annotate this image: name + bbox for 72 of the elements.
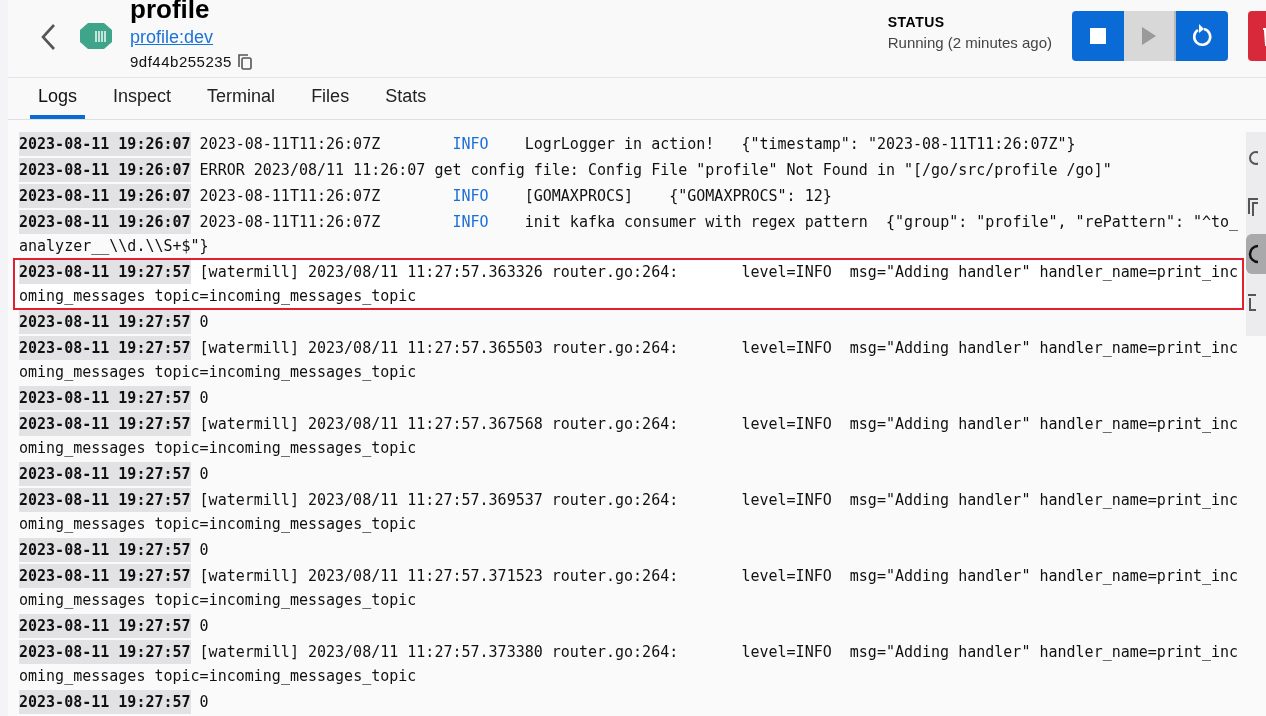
log-entry[interactable]: 2023-08-11 19:27:57 [watermill] 2023/08/11 11:27:57.367568 router.go:264: level=INFO msg="Adding handler" handler_name=print_inc oming_messages topic=incoming_messages_topic [13, 410, 1244, 462]
log-message: [watermill] 2023/08/11 11:27:57.369537 router.go:264: level=INFO msg="Adding handler" handler_name=print_inc [199, 490, 1239, 511]
log-timestamp: 2023-08-11 19:27:57 [19, 564, 191, 588]
log-message: ERROR 2023/08/11 11:26:07 get config file: Config File "profile" Not Found in "[/go/src/profile /go]" [199, 160, 1112, 181]
tab[interactable]: Inspect [105, 86, 180, 119]
log-timestamp: 2023-08-11 19:26:07 [19, 184, 191, 208]
play-icon [1142, 27, 1156, 45]
log-message: oming_messages topic=incoming_messages_topic [19, 666, 417, 687]
log-timestamp: 2023-08-11 19:27:57 [19, 310, 191, 334]
log-message: [watermill] 2023/08/11 11:27:57.373380 router.go:264: level=INFO msg="Adding handler" handler_name=print_inc [199, 642, 1239, 663]
log-timestamp: 2023-08-11 19:27:57 [19, 538, 191, 562]
stop-icon [1090, 28, 1106, 44]
log-message: oming_messages topic=incoming_messages_topic [19, 286, 417, 307]
log-message: 0 [199, 540, 209, 561]
log-message: 0 [199, 388, 209, 409]
container-title: profile [130, 0, 211, 26]
log-entry[interactable]: 2023-08-11 19:26:07 2023-08-11T11:26:07Z INFO init kafka consumer with regex pattern {"group": "profile", "rePattern": "^to_ analyzer__\\d.\\S+$"} [13, 208, 1244, 260]
log-entry[interactable]: 2023-08-11 19:27:57 [watermill] 2023/08/11 11:27:57.369537 router.go:264: level=INFO msg="Adding handler" handler_name=print_inc oming_messages topic=incoming_messages_topic [13, 486, 1244, 538]
log-message: 2023-08-11T11:26:07Z INFO [GOMAXPROCS] {"GOMAXPROCS": 12} [199, 186, 832, 207]
log-message: 0 [199, 312, 209, 333]
log-message: [watermill] 2023/08/11 11:27:57.365503 router.go:264: level=INFO msg="Adding handler" handler_name=print_inc [199, 338, 1239, 359]
log-entry[interactable]: 2023-08-11 19:27:57 0 [13, 536, 1244, 564]
log-message: oming_messages topic=incoming_messages_topic [19, 590, 417, 611]
log-entry[interactable]: 2023-08-11 19:27:57 [watermill] 2023/08/11 11:27:57.373380 router.go:264: level=INFO msg="Adding handler" handler_name=print_inc oming_messages topic=incoming_messages_topic [13, 638, 1244, 690]
log-message: 0 [199, 692, 209, 713]
log-message: 2023-08-11T11:26:07Z INFO LogrLogger in action! {"timestamp": "2023-08-11T11:26:07Z"} [199, 134, 1076, 155]
log-timestamp: 2023-08-11 19:27:57 [19, 462, 191, 486]
selected-log-entry[interactable]: 2023-08-11 19:27:57 [watermill] 2023/08/11 11:27:57.363326 router.go:264: level=INFO msg="Adding handler" handler_name=print_inc oming_messages topic=incoming_messages_topic [13, 258, 1244, 310]
log-entry[interactable]: 2023-08-11 19:27:57 0 [13, 612, 1244, 640]
status-value: Running (2 minutes ago) [887, 34, 1052, 51]
stop-button[interactable] [1072, 11, 1124, 61]
tab[interactable]: Stats [377, 86, 435, 119]
log-entry[interactable]: 2023-08-11 19:26:07 2023-08-11T11:26:07Z INFO LogrLogger in action! {"timestamp": "2023-08-11T11:26:07Z"} [13, 130, 1244, 158]
log-timestamp: 2023-08-11 19:27:57 [19, 412, 191, 436]
container-icon [80, 22, 112, 50]
log-timestamp: 2023-08-11 19:26:07 [19, 132, 191, 156]
log-message: [watermill] 2023/08/11 11:27:57.367568 router.go:264: level=INFO msg="Adding handler" handler_name=print_inc [199, 414, 1239, 435]
log-timestamp: 2023-08-11 19:27:57 [19, 336, 191, 360]
image-link[interactable]: profile:dev [130, 26, 252, 48]
log-message: analyzer__\\d.\\S+$"} [19, 236, 209, 257]
log-entry[interactable]: 2023-08-11 19:27:57 0 [13, 688, 1244, 716]
status-label: STATUS [887, 14, 946, 30]
log-timestamp: 2023-08-11 19:26:07 [19, 210, 191, 234]
log-entry[interactable]: 2023-08-11 19:27:57 0 [13, 308, 1244, 336]
log-entry[interactable]: 2023-08-11 19:27:57 [watermill] 2023/08/11 11:27:57.365503 router.go:264: level=INFO msg="Adding handler" handler_name=print_inc oming_messages topic=incoming_messages_topic [13, 334, 1244, 386]
tab[interactable]: Files [303, 86, 358, 119]
log-message: [watermill] 2023/08/11 11:27:57.363326 router.go:264: level=INFO msg="Adding handler" handler_name=print_inc [199, 262, 1239, 283]
log-message: 0 [199, 616, 209, 637]
log-entry[interactable]: 2023-08-11 19:27:57 0 [13, 384, 1244, 412]
copy-icon [1246, 196, 1258, 216]
restart-icon [1191, 24, 1213, 48]
log-message: 0 [199, 464, 209, 485]
log-timestamp: 2023-08-11 19:27:57 [19, 260, 191, 284]
log-entry[interactable]: 2023-08-11 19:26:07 ERROR 2023/08/11 11:26:07 get config file: Config File "profile" Not Found in "[/go/src/profile /go]" [13, 156, 1244, 184]
container-id: 9df44b255235 [130, 53, 232, 70]
log-entry[interactable]: 2023-08-11 19:27:57 0 [13, 460, 1244, 488]
log-entry[interactable]: 2023-08-11 19:27:57 [watermill] 2023/08/11 11:27:57.371523 router.go:264: level=INFO msg="Adding handler" handler_name=print_inc oming_messages topic=incoming_messages_topic [13, 562, 1244, 614]
log-message: oming_messages topic=incoming_messages_topic [19, 362, 417, 383]
tab[interactable]: Terminal [199, 86, 284, 119]
log-timestamp: 2023-08-11 19:27:57 [19, 488, 191, 512]
log-timestamp: 2023-08-11 19:27:57 [19, 614, 191, 638]
log-message: [watermill] 2023/08/11 11:27:57.371523 router.go:264: level=INFO msg="Adding handler" handler_name=print_inc [199, 566, 1239, 587]
log-message: 2023-08-11T11:26:07Z INFO init kafka consumer with regex pattern {"group": "profile", "rePattern": "^to_ [199, 212, 1239, 233]
log-timestamp: 2023-08-11 19:26:07 [19, 158, 191, 182]
copy-icon[interactable] [237, 53, 252, 70]
log-message: oming_messages topic=incoming_messages_topic [19, 514, 417, 535]
log-entry[interactable]: 2023-08-11 19:26:07 2023-08-11T11:26:07Z INFO [GOMAXPROCS] {"GOMAXPROCS": 12} [13, 182, 1244, 210]
log-timestamp: 2023-08-11 19:27:57 [19, 690, 191, 714]
log-message: oming_messages topic=incoming_messages_topic [19, 438, 417, 459]
log-timestamp: 2023-08-11 19:27:57 [19, 640, 191, 664]
log-timestamp: 2023-08-11 19:27:57 [19, 386, 191, 410]
restart-button[interactable] [1176, 11, 1228, 61]
